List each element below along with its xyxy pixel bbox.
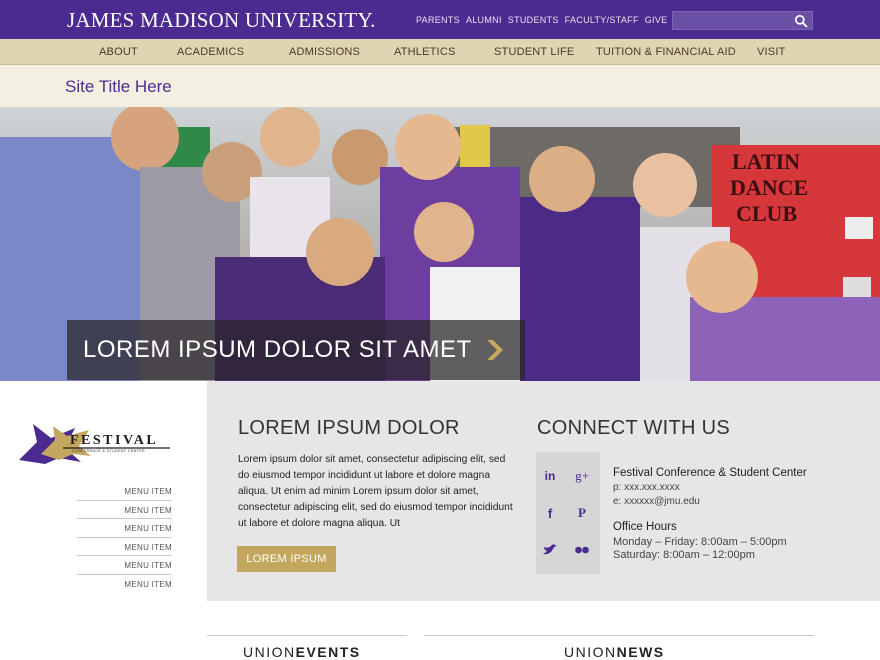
flickr-icon[interactable] [573, 541, 591, 559]
connect-heading: CONNECT WITH US [537, 417, 731, 439]
center-name: Festival Conference & Student Center [613, 467, 807, 479]
content-heading: LOREM IPSUM DOLOR [238, 417, 460, 439]
sidebar-menu-item[interactable]: MENU ITEM [77, 575, 172, 594]
phone-number: p: xxx.xxx.xxxx [613, 482, 680, 493]
sidebar-menu-item[interactable]: MENU ITEM [77, 556, 172, 575]
sidebar-menu-item[interactable]: MENU ITEM [77, 519, 172, 538]
lorem-ipsum-button[interactable]: LOREM IPSUM [237, 546, 336, 572]
pinterest-icon[interactable]: P [573, 504, 591, 522]
festival-logo-subtext: CONFERENCE & STUDENT CENTER [72, 449, 146, 453]
news-divider [424, 635, 814, 636]
sidebar-menu: MENU ITEM MENU ITEM MENU ITEM MENU ITEM … [77, 482, 172, 593]
social-icons-box: in g+ f P [536, 452, 600, 574]
top-bar: JAMES MADISON UNIVERSITY. PARENTS ALUMNI… [0, 0, 880, 39]
office-hours-weekday: Monday – Friday: 8:00am – 5:00pm [613, 536, 787, 548]
nav-item-tuition-financial-aid[interactable]: TUITION & FINANCIAL AID [596, 46, 736, 58]
utility-link-students[interactable]: STUDENTS [508, 15, 559, 25]
utility-link-alumni[interactable]: ALUMNI [466, 15, 502, 25]
hero-caption: LOREM IPSUM DOLOR SIT AMET [67, 320, 525, 380]
twitter-icon[interactable] [541, 541, 559, 559]
sidebar-menu-item[interactable]: MENU ITEM [77, 482, 172, 501]
nav-item-admissions[interactable]: ADMISSIONS [289, 46, 360, 58]
sidebar-menu-item[interactable]: MENU ITEM [77, 501, 172, 519]
linkedin-icon[interactable]: in [541, 467, 559, 485]
utility-nav: PARENTS ALUMNI STUDENTS FACULTY/STAFF GI… [416, 15, 673, 25]
site-title[interactable]: Site Title Here [65, 77, 172, 97]
search-icon[interactable] [794, 14, 808, 28]
nav-item-visit[interactable]: VISIT [757, 46, 786, 58]
chevron-right-icon[interactable] [483, 338, 507, 362]
search-input[interactable] [673, 13, 791, 31]
university-logo[interactable]: JAMES MADISON UNIVERSITY. [67, 8, 376, 33]
utility-link-faculty-staff[interactable]: FACULTY/STAFF [565, 15, 639, 25]
svg-text:CLUB: CLUB [736, 201, 797, 226]
festival-logo-text: FESTIVAL [70, 433, 159, 448]
content-body: Lorem ipsum dolor sit amet, consectetur … [238, 454, 513, 529]
office-hours-title: Office Hours [613, 521, 677, 533]
nav-item-athletics[interactable]: ATHLETICS [394, 46, 456, 58]
nav-item-academics[interactable]: ACADEMICS [177, 46, 244, 58]
nav-item-about[interactable]: ABOUT [99, 46, 138, 58]
union-events-heading[interactable]: UNIONEVENTS [243, 644, 361, 660]
site-title-band: Site Title Here [0, 65, 880, 107]
latin-dance-club-sign: LATIN DANCE CLUB [730, 149, 808, 226]
hero-caption-text[interactable]: LOREM IPSUM DOLOR SIT AMET [83, 336, 472, 364]
nav-item-student-life[interactable]: STUDENT LIFE [494, 46, 574, 58]
main-nav: ABOUT ACADEMICS ADMISSIONS ATHLETICS STU… [0, 39, 880, 65]
svg-text:DANCE: DANCE [730, 175, 808, 200]
google-plus-icon[interactable]: g+ [573, 467, 591, 485]
utility-link-parents[interactable]: PARENTS [416, 15, 460, 25]
utility-link-give[interactable]: GIVE [645, 15, 668, 25]
facebook-icon[interactable]: f [541, 504, 559, 522]
office-hours-saturday: Saturday: 8:00am – 12:00pm [613, 549, 755, 561]
sidebar-menu-item[interactable]: MENU ITEM [77, 538, 172, 556]
search-box [672, 11, 813, 31]
svg-text:LATIN: LATIN [732, 149, 800, 174]
events-divider [207, 635, 407, 636]
email-address[interactable]: e: xxxxxx@jmu.edu [613, 496, 700, 507]
union-news-heading[interactable]: UNIONNEWS [564, 644, 665, 660]
